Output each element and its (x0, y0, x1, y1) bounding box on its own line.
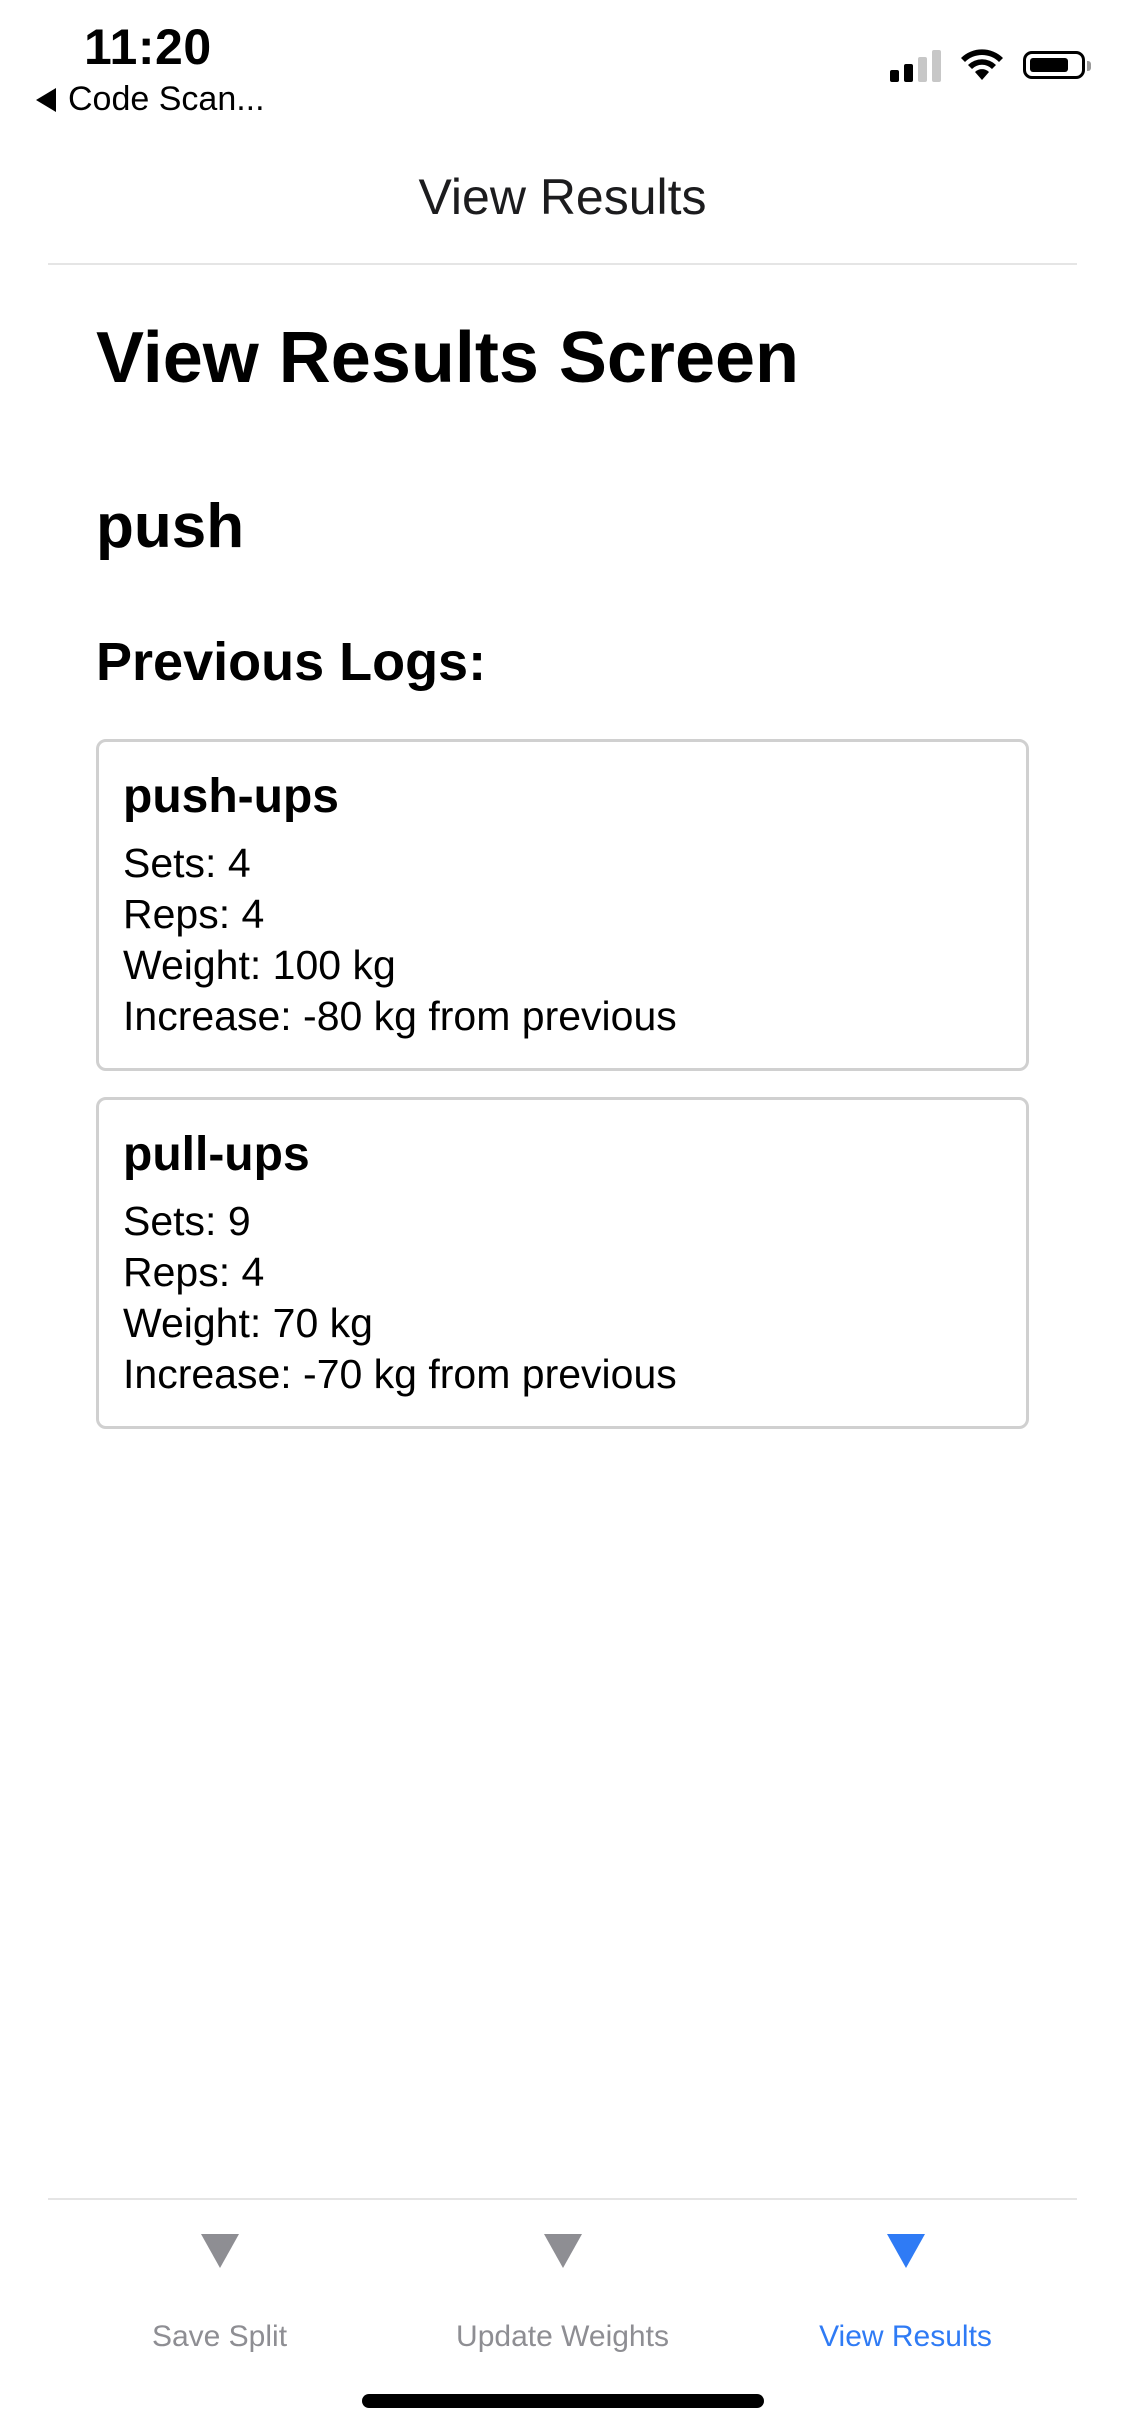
home-indicator[interactable] (362, 2394, 764, 2408)
log-card: push-ups Sets: 4 Reps: 4 Weight: 100 kg … (96, 739, 1029, 1071)
split-name: push (96, 492, 245, 561)
tab-view-results[interactable]: View Results (734, 2200, 1077, 2353)
back-to-app-button[interactable]: Code Scan... (36, 80, 265, 119)
battery-icon (1023, 51, 1091, 79)
log-weight: Weight: 100 kg (123, 942, 396, 988)
triangle-down-icon (886, 2234, 925, 2268)
status-icons (890, 48, 1091, 82)
log-exercise-name: push-ups (123, 770, 339, 823)
status-time: 11:20 (84, 19, 212, 75)
tab-bar: Save Split Update Weights View Results (48, 2198, 1077, 2353)
log-reps: Reps: 4 (123, 1249, 265, 1295)
log-card: pull-ups Sets: 9 Reps: 4 Weight: 70 kg I… (96, 1097, 1029, 1429)
log-increase: Increase: -70 kg from previous (123, 1351, 677, 1397)
log-sets: Sets: 9 (123, 1198, 251, 1244)
previous-logs-heading: Previous Logs: (96, 632, 487, 692)
navigation-header: View Results (48, 150, 1077, 265)
wifi-icon (961, 49, 1003, 80)
tab-label: Save Split (151, 2320, 288, 2353)
back-arrow-icon (36, 87, 56, 112)
logs-list: push-ups Sets: 4 Reps: 4 Weight: 100 kg … (96, 739, 1029, 1429)
status-bar: 11:20 Code Scan... (0, 0, 1125, 130)
log-reps: Reps: 4 (123, 891, 265, 937)
screen-title: View Results Screen (96, 318, 800, 398)
triangle-down-icon (543, 2234, 582, 2268)
results-content: View Results Screen push Previous Logs: … (96, 265, 1029, 1455)
tab-save-split[interactable]: Save Split (48, 2200, 391, 2353)
log-increase: Increase: -80 kg from previous (123, 993, 677, 1039)
nav-title: View Results (418, 168, 707, 225)
log-weight: Weight: 70 kg (123, 1300, 373, 1346)
back-app-label: Code Scan... (68, 80, 265, 118)
tab-update-weights[interactable]: Update Weights (391, 2200, 734, 2353)
log-exercise-name: pull-ups (123, 1128, 310, 1181)
signal-icon (890, 48, 941, 82)
tab-label: Update Weights (456, 2320, 669, 2353)
tab-label: View Results (819, 2320, 992, 2353)
triangle-down-icon (200, 2234, 239, 2268)
log-sets: Sets: 4 (123, 840, 251, 886)
